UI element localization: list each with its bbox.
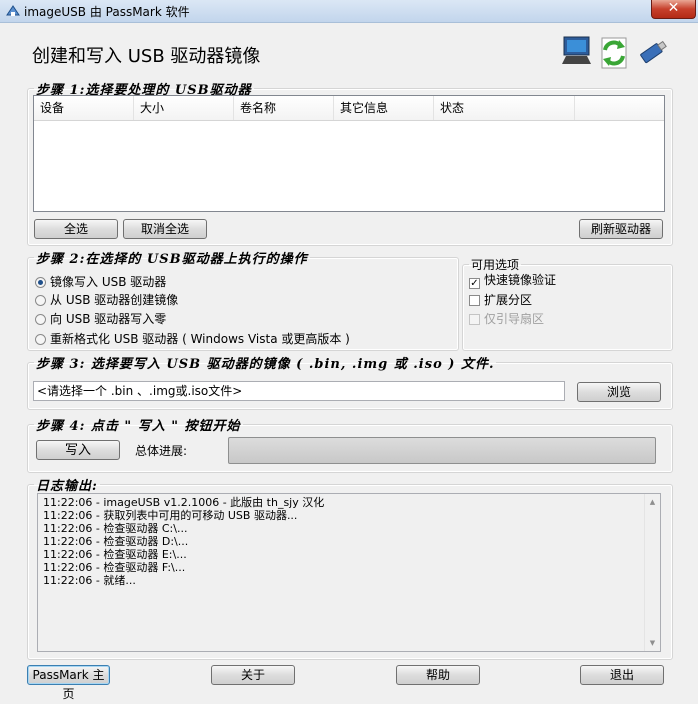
checkbox-box[interactable]: ✓ (469, 278, 480, 289)
image-file-input[interactable]: <请选择一个 .bin 、.img或.iso文件> (33, 381, 565, 401)
radio-button[interactable] (35, 314, 46, 325)
radio-write-zero[interactable]: 向 USB 驱动器写入零 (35, 310, 166, 328)
usb-drive-icon (640, 40, 667, 64)
checkbox-fast-verify[interactable]: ✓ 快速镜像验证 (469, 271, 556, 289)
about-button[interactable]: 关于 (211, 665, 295, 685)
step3-legend: 步骤 3: 选择要写入 USB 驱动器的镜像 ( .bin, .img 或 .i… (36, 357, 495, 372)
radio-label: 镜像写入 USB 驱动器 (50, 275, 167, 289)
column-other-info[interactable]: 其它信息 (334, 96, 434, 120)
checkbox-label: 扩展分区 (484, 293, 533, 307)
computer-icon (562, 36, 591, 64)
overall-progress-bar (228, 437, 656, 464)
radio-label: 向 USB 驱动器写入零 (50, 312, 167, 326)
overall-progress-label: 总体进展: (135, 444, 188, 458)
radio-write-image[interactable]: 镜像写入 USB 驱动器 (35, 273, 166, 291)
step4-legend: 步骤 4: 点击 " 写入 " 按钮开始 (36, 419, 241, 434)
log-line: 11:22:06 - 检查驱动器 E:\... (43, 548, 187, 561)
checkbox-label: 快速镜像验证 (484, 273, 557, 287)
header-icons (562, 36, 667, 69)
close-button[interactable]: ✕ (651, 0, 696, 19)
column-volume-name[interactable]: 卷名称 (234, 96, 334, 120)
log-line: 11:22:06 - 获取列表中可用的可移动 USB 驱动器... (43, 509, 298, 522)
radio-button[interactable] (35, 277, 46, 288)
log-line: 11:22:06 - 检查驱动器 C:\... (43, 522, 188, 535)
refresh-drives-button[interactable]: 刷新驱动器 (579, 219, 663, 239)
passmark-home-button[interactable]: PassMark 主页 (27, 665, 110, 701)
log-lines: 11:22:06 - imageUSB v1.2.1006 - 此版由 th_s… (43, 496, 324, 587)
column-size[interactable]: 大小 (134, 96, 234, 120)
window-title: imageUSB 由 PassMark 软件 (24, 5, 190, 19)
refresh-arrows-icon (601, 37, 627, 69)
column-status[interactable]: 状态 (434, 96, 575, 120)
page-title: 创建和写入 USB 驱动器镜像 (32, 46, 261, 67)
select-all-button[interactable]: 全选 (34, 219, 118, 239)
checkbox-boot-sector-only: 仅引导扇区 (469, 310, 544, 328)
column-device[interactable]: 设备 (34, 96, 134, 120)
imageusb-app-icon (6, 5, 20, 16)
radio-reformat[interactable]: 重新格式化 USB 驱动器 ( Windows Vista 或更高版本 ) (35, 330, 350, 348)
help-button[interactable]: 帮助 (396, 665, 480, 685)
checkbox-extend-partition[interactable]: 扩展分区 (469, 291, 532, 309)
write-button[interactable]: 写入 (36, 440, 120, 460)
log-line: 11:22:06 - 检查驱动器 D:\... (43, 535, 189, 548)
log-line: 11:22:06 - 就绪... (43, 574, 136, 587)
scroll-down-arrow-icon[interactable]: ▼ (648, 639, 657, 647)
step2-legend: 步骤 2:在选择的 USB驱动器上执行的操作 (36, 252, 308, 267)
log-legend: 日志输出: (36, 479, 98, 494)
log-line: 11:22:06 - 检查驱动器 F:\... (43, 561, 186, 574)
usb-drive-list[interactable]: 设备 大小 卷名称 其它信息 状态 (33, 95, 665, 212)
log-scrollbar[interactable]: ▲ ▼ (644, 494, 660, 651)
drive-list-header: 设备 大小 卷名称 其它信息 状态 (34, 96, 664, 121)
browse-button[interactable]: 浏览 (577, 382, 661, 402)
radio-create-image[interactable]: 从 USB 驱动器创建镜像 (35, 291, 178, 309)
exit-button[interactable]: 退出 (580, 665, 664, 685)
title-bar: imageUSB 由 PassMark 软件 ✕ (0, 0, 698, 23)
log-output[interactable]: 11:22:06 - imageUSB v1.2.1006 - 此版由 th_s… (37, 493, 661, 652)
radio-label: 从 USB 驱动器创建镜像 (50, 293, 179, 307)
scroll-up-arrow-icon[interactable]: ▲ (648, 498, 657, 506)
checkbox-box[interactable] (469, 295, 480, 306)
checkbox-box (469, 314, 480, 325)
radio-button[interactable] (35, 295, 46, 306)
radio-label: 重新格式化 USB 驱动器 ( Windows Vista 或更高版本 ) (50, 332, 350, 346)
log-line: 11:22:06 - imageUSB v1.2.1006 - 此版由 th_s… (43, 496, 325, 509)
deselect-all-button[interactable]: 取消全选 (123, 219, 207, 239)
radio-button[interactable] (35, 334, 46, 345)
checkbox-label: 仅引导扇区 (484, 312, 545, 326)
